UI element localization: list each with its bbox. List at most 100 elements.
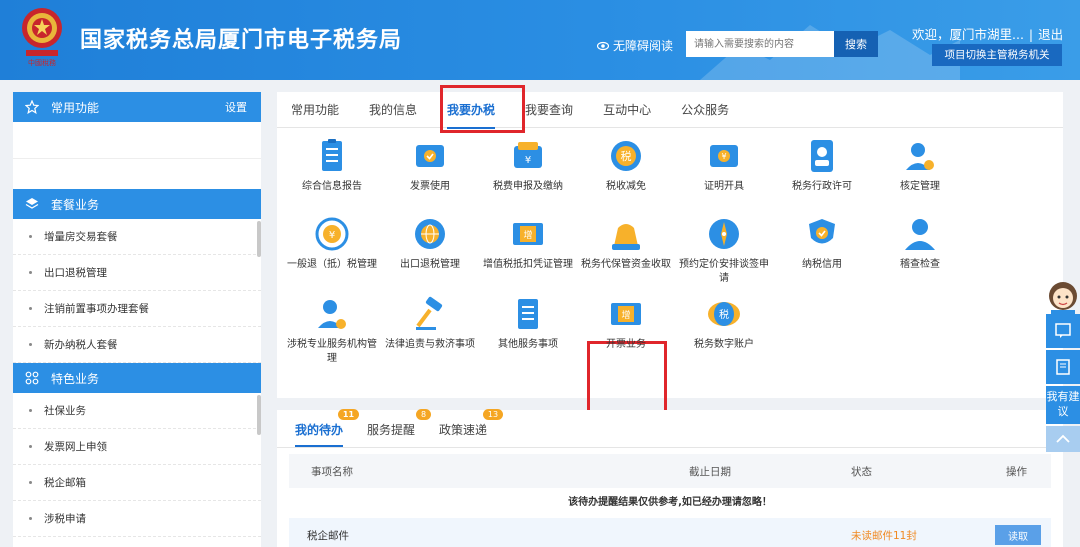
service-item[interactable]: 综合信息报告 [283, 136, 381, 194]
issue-invoice-icon: 增 [606, 294, 646, 334]
accessible-reading-link[interactable]: 无障碍阅读 [597, 37, 673, 54]
tab-my-todo[interactable]: 我的待办 11 [295, 409, 360, 447]
svg-text:税: 税 [621, 149, 632, 163]
tab-interaction[interactable]: 互动中心 [603, 92, 651, 128]
service-label: 核定管理 [900, 181, 940, 192]
sidebar-item-label: 注销前置事项办理套餐 [44, 303, 149, 315]
sidebar-item[interactable]: 税企邮箱 [13, 465, 261, 501]
service-item[interactable]: 法律追责与救济事项 [381, 294, 479, 352]
user-gear-icon [900, 136, 940, 176]
logout-link[interactable]: 退出 [1038, 27, 1063, 42]
service-item[interactable]: 涉税专业服务机构管理 [283, 294, 381, 366]
tab-my-info[interactable]: 我的信息 [369, 92, 417, 128]
sidebar-item[interactable]: 社保业务 [13, 393, 261, 429]
online-consult-button[interactable] [1046, 314, 1080, 348]
tax-emblem-logo: 中國稅務 [22, 8, 62, 67]
back-to-top-button[interactable] [1046, 426, 1080, 452]
service-item[interactable]: 税税务数字账户 [675, 294, 773, 352]
sidebar-item[interactable]: 出口退税管理 [13, 255, 261, 291]
service-item[interactable]: 稽查检查 [871, 214, 969, 272]
tab-public-service[interactable]: 公众服务 [681, 92, 729, 128]
sidebar-special-header[interactable]: 特色业务 [13, 363, 261, 393]
service-item[interactable]: ¥ 证明开具 [675, 136, 773, 194]
chevron-up-icon [1056, 434, 1070, 443]
bullet [29, 343, 32, 346]
report-icon [312, 136, 352, 176]
bullet [29, 517, 32, 520]
accessible-label: 无障碍阅读 [613, 39, 674, 53]
column-header: 操作 [1006, 465, 1027, 478]
table-header: 事项名称 截止日期 状态 操作 [289, 454, 1051, 488]
inspector-icon [900, 214, 940, 254]
site-header: 中國稅務 国家税务总局厦门市电子税务局 无障碍阅读 搜索 欢迎，厦门市湖里...… [0, 0, 1080, 80]
count-badge: 8 [415, 409, 432, 420]
sidebar-item-label: 涉税申请 [44, 513, 86, 525]
wallet-icon: ¥ [508, 136, 548, 176]
row-status: 未读邮件11封 [851, 529, 917, 542]
column-header: 状态 [851, 465, 872, 478]
vat-voucher-icon: 增 [508, 214, 548, 254]
sidebar-item[interactable]: 涉税申请 [13, 501, 261, 537]
service-item[interactable]: 增开票业务 [577, 294, 675, 352]
svg-text:¥: ¥ [525, 155, 531, 166]
service-item[interactable]: 发票使用 [381, 136, 479, 194]
tab-label: 政策速递 [439, 423, 488, 437]
service-item[interactable]: 出口退税管理 [381, 214, 479, 272]
service-label: 税务行政许可 [792, 181, 852, 192]
service-item[interactable]: 预约定价安排谈签申请 [675, 214, 773, 286]
service-item[interactable]: 增增值税抵扣凭证管理 [479, 214, 577, 272]
tab-policy-express[interactable]: 政策速递 13 [439, 409, 504, 447]
refund-icon: ¥ [312, 214, 352, 254]
sidebar-item[interactable]: 增量房交易套餐 [13, 219, 261, 255]
star-icon [25, 100, 39, 114]
sidebar-special-label: 特色业务 [51, 371, 100, 386]
sidebar-scrollbar[interactable] [257, 221, 261, 257]
search-input[interactable] [686, 31, 834, 57]
svg-text:增: 增 [621, 309, 630, 321]
service-item[interactable]: 其他服务事项 [479, 294, 577, 352]
suggestion-button[interactable]: 我有建议 [1046, 386, 1080, 424]
service-item[interactable]: 税务代保管资金收取 [577, 214, 675, 272]
svg-text:增: 增 [523, 229, 532, 241]
svg-text:¥: ¥ [721, 152, 726, 161]
sidebar-item[interactable]: 发票网上申领 [13, 429, 261, 465]
sidebar-setting-link[interactable]: 设置 [225, 99, 247, 115]
tab-service-reminder[interactable]: 服务提醒 8 [367, 409, 432, 447]
column-header: 截止日期 [689, 465, 731, 478]
customer-service-avatar[interactable] [1043, 278, 1080, 318]
digital-account-icon: 税 [704, 294, 744, 334]
main-panel: 常用功能 我的信息 我要办税 我要查询 互动中心 公众服务 综合信息报告 发票使用… [277, 85, 1063, 418]
service-item[interactable]: ¥ 税费申报及缴纳 [479, 136, 577, 194]
sidebar-item-label: 增量房交易套餐 [44, 231, 118, 243]
sidebar-scrollbar[interactable] [257, 395, 261, 435]
service-item[interactable]: 税务行政许可 [773, 136, 871, 194]
service-item[interactable]: 税税收减免 [577, 136, 675, 194]
service-label: 法律追责与救济事项 [385, 339, 475, 350]
tab-query[interactable]: 我要查询 [525, 92, 573, 128]
todo-tabs: 我的待办 11 服务提醒 8 政策速递 13 [277, 409, 1063, 448]
document-button[interactable] [1046, 350, 1080, 384]
svg-text:税: 税 [719, 308, 729, 321]
service-item[interactable]: 纳税信用 [773, 214, 871, 272]
sidebar-common-header[interactable]: 常用功能 设置 [13, 92, 261, 122]
bullet [29, 307, 32, 310]
money-bag-icon [606, 214, 646, 254]
sidebar-common-body [13, 122, 261, 159]
count-badge: 13 [482, 409, 504, 420]
service-label: 税务数字账户 [694, 339, 754, 350]
search-button[interactable]: 搜索 [834, 31, 878, 57]
switch-tax-authority-button[interactable]: 项目切换主管税务机关 [932, 44, 1062, 66]
table-row: 税企邮件 未读邮件11封 读取 [289, 518, 1051, 547]
read-button[interactable]: 读取 [995, 525, 1041, 545]
grid-icon [25, 371, 39, 385]
sidebar-package-label: 套餐业务 [51, 197, 100, 212]
service-label: 发票使用 [410, 181, 450, 192]
tab-common[interactable]: 常用功能 [291, 92, 339, 128]
service-item[interactable]: ¥ 一般退（抵）税管理 [283, 214, 381, 272]
service-item[interactable]: 核定管理 [871, 136, 969, 194]
sidebar-item[interactable]: 新办纳税人套餐 [13, 327, 261, 363]
sidebar-package-header[interactable]: 套餐业务 [13, 189, 261, 219]
globe-icon [410, 214, 450, 254]
column-header: 事项名称 [311, 465, 353, 478]
sidebar-item[interactable]: 注销前置事项办理套餐 [13, 291, 261, 327]
